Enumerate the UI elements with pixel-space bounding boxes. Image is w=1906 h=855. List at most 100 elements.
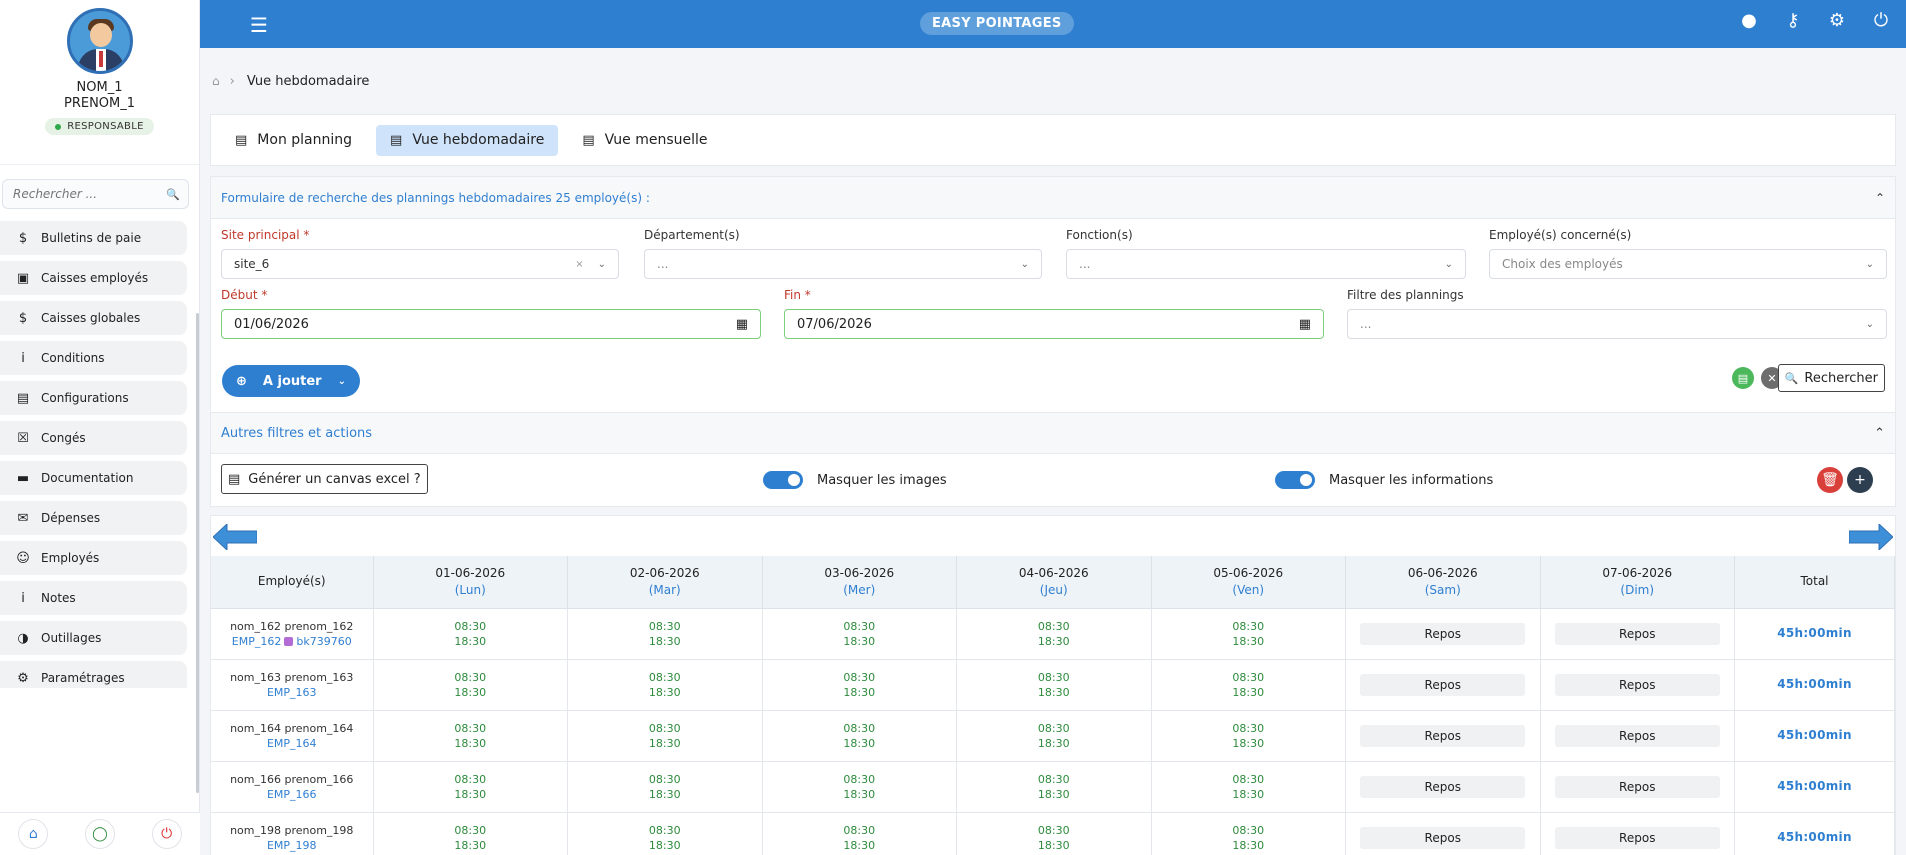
shift-cell[interactable]: 08:30 18:30: [762, 710, 957, 762]
repos-cell[interactable]: Repos: [1540, 608, 1735, 660]
search-form-header[interactable]: Formulaire de recherche des plannings he…: [211, 177, 1895, 219]
debut-date-input[interactable]: 01/06/2026 ▦: [221, 309, 761, 339]
repos-cell[interactable]: Repos: [1345, 761, 1541, 813]
tab-vue-hebdomadaire[interactable]: ▤ Vue hebdomadaire: [376, 124, 559, 156]
user-icon[interactable]: ◯: [84, 819, 115, 849]
toggle-hide-images[interactable]: Masquer les images: [763, 471, 947, 489]
employes-select[interactable]: Choix des employés ⌄: [1489, 249, 1887, 279]
excel-export-icon[interactable]: ▤: [1732, 367, 1754, 389]
other-filters-body: ▤ Générer un canvas excel ? Masquer les …: [211, 454, 1895, 506]
next-week-arrow-icon[interactable]: [1849, 524, 1893, 550]
sidebar-item-conditions[interactable]: i Conditions: [0, 341, 187, 375]
employee-cell[interactable]: nom_164 prenom_164 EMP_164: [211, 710, 374, 762]
other-filters-header[interactable]: Autres filtres et actions ⌃: [211, 412, 1895, 454]
employee-cell[interactable]: nom_162 prenom_162 EMP_162 bk739760: [211, 608, 374, 660]
fonction-select[interactable]: ... ⌄: [1066, 249, 1466, 279]
sidebar-item-documentation[interactable]: ▬ Documentation: [0, 461, 187, 495]
account-icon[interactable]: ●: [1738, 10, 1760, 31]
employee-cell[interactable]: nom_166 prenom_166 EMP_166: [211, 761, 374, 813]
switch[interactable]: [763, 471, 803, 489]
power-icon[interactable]: ⏻: [151, 819, 182, 849]
generate-canvas-button[interactable]: ▤ Générer un canvas excel ?: [221, 464, 428, 494]
sidebar-item-conges[interactable]: ☒ Congés: [0, 421, 187, 455]
sidebar-search-input[interactable]: [13, 187, 167, 201]
shift-cell[interactable]: 08:30 18:30: [956, 812, 1152, 855]
switch[interactable]: [1275, 471, 1315, 489]
repos-cell[interactable]: Repos: [1540, 812, 1735, 855]
sidebar-item-notes[interactable]: i Notes: [0, 581, 187, 615]
sidebar-item-configurations[interactable]: ▤ Configurations: [0, 381, 187, 415]
role-badge: RESPONSABLE: [45, 118, 154, 135]
sidebar-item-bulletins-de-paie[interactable]: $ Bulletins de paie: [0, 221, 187, 255]
employee-cell[interactable]: nom_198 prenom_198 EMP_198: [211, 812, 374, 855]
chevron-up-icon[interactable]: ⌃: [1875, 191, 1885, 205]
shift-cell[interactable]: 08:30 18:30: [956, 608, 1152, 660]
key-icon[interactable]: ⚷: [1782, 10, 1804, 31]
shift-cell[interactable]: 08:30 18:30: [373, 761, 568, 813]
shift-cell[interactable]: 08:30 18:30: [567, 710, 763, 762]
shift-cell[interactable]: 08:30 18:30: [567, 659, 763, 711]
tab-mon-planning[interactable]: ▤ Mon planning: [221, 125, 366, 156]
shift-cell[interactable]: 08:30 18:30: [373, 659, 568, 711]
shift-cell[interactable]: 08:30 18:30: [956, 710, 1152, 762]
repos-cell[interactable]: Repos: [1540, 710, 1735, 762]
shift-cell[interactable]: 08:30 18:30: [762, 761, 957, 813]
shift-cell[interactable]: 08:30 18:30: [956, 761, 1152, 813]
shift-cell[interactable]: 08:30 18:30: [373, 812, 568, 855]
site-select[interactable]: site_6 × ⌄: [221, 249, 619, 279]
status-dot-icon: [55, 123, 62, 130]
repos-cell[interactable]: Repos: [1540, 761, 1735, 813]
sidebar-item-depenses[interactable]: ✉ Dépenses: [0, 501, 187, 535]
shift-cell[interactable]: 08:30 18:30: [373, 608, 568, 660]
previous-week-arrow-icon[interactable]: [213, 524, 257, 550]
chevron-down-icon: ⌄: [597, 258, 606, 270]
employee-cell[interactable]: nom_163 prenom_163 EMP_163: [211, 659, 374, 711]
toggle-hide-infos[interactable]: Masquer les informations: [1275, 471, 1493, 489]
home-icon[interactable]: ⌂: [18, 819, 49, 849]
sidebar-item-label: Conditions: [41, 351, 105, 365]
shift-cell[interactable]: 08:30 18:30: [762, 812, 957, 855]
gears-icon[interactable]: ⚙: [1826, 10, 1848, 31]
shift-cell[interactable]: 08:30 18:30: [1151, 710, 1346, 762]
sidebar-item-label: Documentation: [41, 471, 134, 485]
avatar[interactable]: [66, 8, 133, 74]
repos-cell[interactable]: Repos: [1540, 659, 1735, 711]
sidebar-item-outillages[interactable]: ◑ Outillages: [0, 621, 187, 655]
shift-cell[interactable]: 08:30 18:30: [1151, 608, 1346, 660]
sidebar-search: 🔍: [2, 179, 189, 209]
shift-cell[interactable]: 08:30 18:30: [1151, 659, 1346, 711]
shift-cell[interactable]: 08:30 18:30: [762, 659, 957, 711]
document-icon: ▤: [390, 132, 403, 148]
shift-cell[interactable]: 08:30 18:30: [567, 608, 763, 660]
chevron-up-icon[interactable]: ⌃: [1874, 426, 1885, 441]
sidebar-item-caisses-globales[interactable]: $ Caisses globales: [0, 301, 187, 335]
tab-vue-mensuelle[interactable]: ▤ Vue mensuelle: [568, 125, 721, 156]
sidebar-item-caisses-employes[interactable]: ▣ Caisses employés: [0, 261, 187, 295]
chevron-down-icon[interactable]: ⌄: [338, 376, 346, 387]
hamburger-icon[interactable]: ☰: [250, 13, 268, 37]
shift-cell[interactable]: 08:30 18:30: [956, 659, 1152, 711]
shift-cell[interactable]: 08:30 18:30: [1151, 812, 1346, 855]
filtre-select[interactable]: ... ⌄: [1347, 309, 1887, 339]
power-icon[interactable]: ⏻: [1870, 10, 1892, 31]
dept-select[interactable]: ... ⌄: [644, 249, 1042, 279]
fin-date-input[interactable]: 07/06/2026 ▦: [784, 309, 1324, 339]
sidebar-item-employes[interactable]: ☺ Employés: [0, 541, 187, 575]
shift-cell[interactable]: 08:30 18:30: [373, 710, 568, 762]
shift-cell[interactable]: 08:30 18:30: [1151, 761, 1346, 813]
repos-cell[interactable]: Repos: [1345, 659, 1541, 711]
sidebar-item-parametrages[interactable]: ⚙ Paramétrages: [0, 661, 187, 688]
search-icon[interactable]: 🔍: [166, 188, 180, 201]
repos-cell[interactable]: Repos: [1345, 812, 1541, 855]
shift-cell[interactable]: 08:30 18:30: [567, 812, 763, 855]
add-button[interactable]: ⊕ A jouter ⌄: [222, 365, 360, 397]
sidebar-scrollbar[interactable]: [196, 313, 199, 793]
shift-cell[interactable]: 08:30 18:30: [567, 761, 763, 813]
delete-button-icon[interactable]: 🗑: [1817, 467, 1843, 493]
home-icon[interactable]: ⌂: [212, 74, 220, 88]
repos-cell[interactable]: Repos: [1345, 608, 1541, 660]
shift-cell[interactable]: 08:30 18:30: [762, 608, 957, 660]
add-circle-icon[interactable]: +: [1847, 467, 1873, 493]
search-button[interactable]: 🔍 Rechercher: [1777, 364, 1885, 392]
repos-cell[interactable]: Repos: [1345, 710, 1541, 762]
